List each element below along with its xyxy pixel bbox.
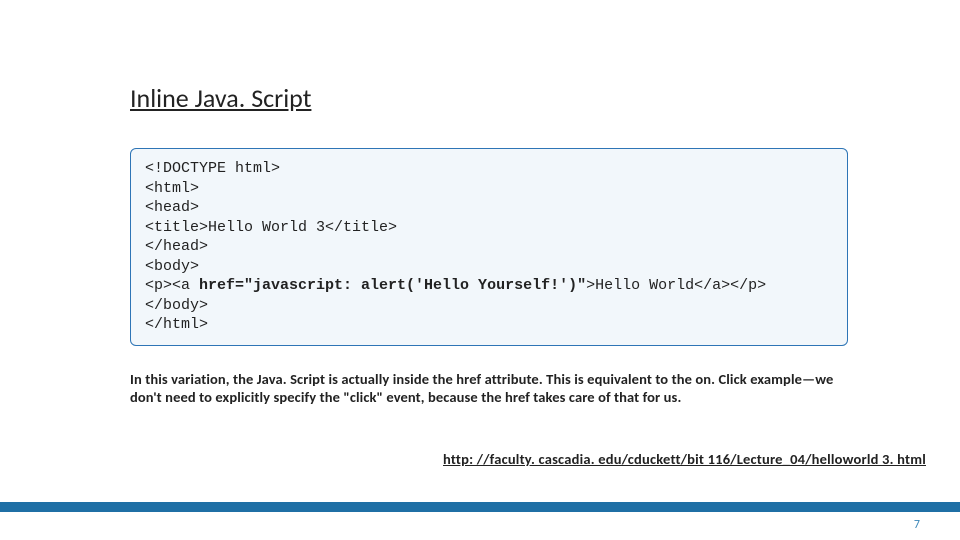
slide: Inline Java. Script <!DOCTYPE html> <htm… <box>0 0 960 540</box>
reference-link[interactable]: http: //faculty. cascadia. edu/cduckett/… <box>443 450 926 468</box>
code-block: <!DOCTYPE html> <html> <head> <title>Hel… <box>130 148 848 346</box>
code-line: <!DOCTYPE html> <box>145 159 833 179</box>
code-text: >Hello World</a></p> <box>586 277 766 294</box>
code-bold: href="javascript: alert('Hello Yourself!… <box>199 277 586 294</box>
page-number: 7 <box>914 518 920 532</box>
code-line: </head> <box>145 237 833 257</box>
description-text: In this variation, the Java. Script is a… <box>130 370 850 406</box>
code-line: <head> <box>145 198 833 218</box>
code-line: <title>Hello World 3</title> <box>145 218 833 238</box>
code-line: <html> <box>145 179 833 199</box>
code-line: </body> <box>145 296 833 316</box>
code-line: <p><a href="javascript: alert('Hello You… <box>145 276 833 296</box>
footer-bar <box>0 502 960 512</box>
code-text: <p><a <box>145 277 199 294</box>
slide-title: Inline Java. Script <box>130 82 311 114</box>
code-line: </html> <box>145 315 833 335</box>
code-line: <body> <box>145 257 833 277</box>
